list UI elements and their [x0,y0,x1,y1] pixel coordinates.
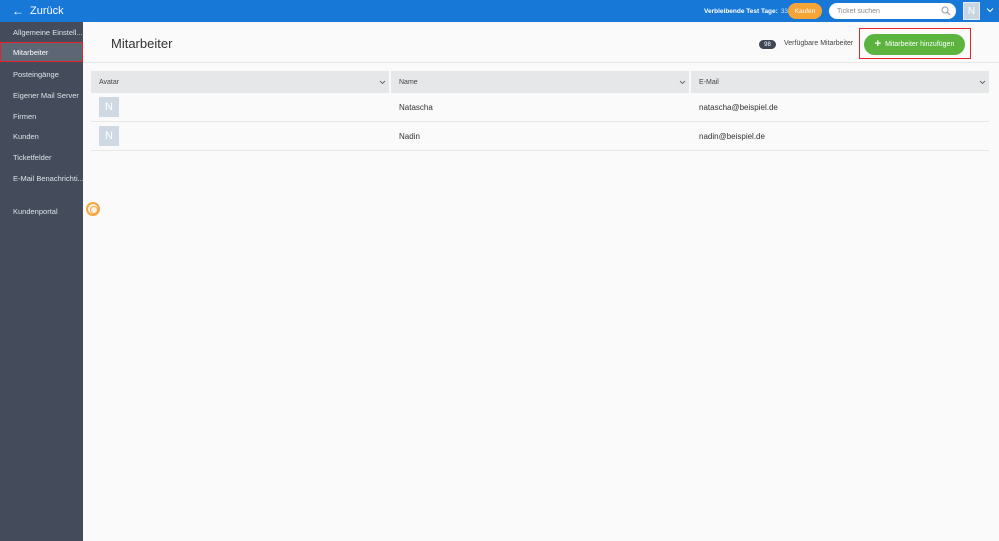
sidebar-item-own-mail-server[interactable]: Eigener Mail Server [0,85,83,105]
avatar: N [99,97,119,117]
table-header: Avatar Name E-Mail [91,71,989,93]
column-header-email[interactable]: E-Mail [691,71,989,93]
table-row[interactable]: N Natascha natascha@beispiel.de [91,93,989,122]
available-label: Verfügbare Mitarbeiter [784,40,854,47]
trial-label: Verbleibende Test Tage: [704,7,778,15]
sidebar-item-inboxes[interactable]: Posteingänge [0,64,83,84]
sidebar-item-employees[interactable]: Mitarbeiter [0,42,83,62]
employee-email: nadin@beispiel.de [699,132,765,141]
trial-info: Verbleibende Test Tage: 3313 [704,0,795,22]
sidebar-item-email-notifications[interactable]: E-Mail Benachrichti... [0,168,83,188]
cursor-indicator [86,202,100,216]
column-label: Avatar [99,78,120,86]
ticket-search [829,3,956,19]
settings-sidebar: Allgemeine Einstell... Mitarbeiter Poste… [0,22,83,541]
chevron-down-icon [679,80,686,85]
employees-table: Avatar Name E-Mail N Natascha natascha@b… [91,71,989,151]
column-label: Name [399,78,418,86]
divider [83,62,999,63]
chevron-down-icon[interactable] [986,6,994,14]
buy-button[interactable]: Kaufen [788,3,822,19]
employee-email: natascha@beispiel.de [699,103,778,112]
sidebar-item-general-settings[interactable]: Allgemeine Einstell... [0,22,83,42]
sidebar-item-ticket-fields[interactable]: Ticketfelder [0,147,83,167]
back-button[interactable]: ← Zurück [12,0,64,22]
main-content: Mitarbeiter 98 Verfügbare Mitarbeiter + … [83,22,999,541]
sidebar-item-customers[interactable]: Kunden [0,126,83,146]
available-count-badge: 98 [759,40,776,49]
sidebar-item-customer-portal[interactable]: Kundenportal [0,201,83,221]
employee-name: Natascha [399,103,433,112]
chevron-down-icon [379,80,386,85]
add-employee-button[interactable]: + Mitarbeiter hinzufügen [864,34,965,55]
plus-icon: + [874,38,882,50]
sidebar-item-companies[interactable]: Firmen [0,106,83,126]
chevron-down-icon [979,80,986,85]
employee-name: Nadin [399,132,420,141]
column-label: E-Mail [699,78,719,86]
user-avatar[interactable]: N [963,2,980,20]
top-bar: ← Zurück Verbleibende Test Tage: 3313 Ka… [0,0,999,22]
arrow-left-icon: ← [12,4,24,18]
search-icon[interactable] [941,6,951,16]
avatar: N [99,126,119,146]
page-title: Mitarbeiter [111,36,173,51]
column-header-name[interactable]: Name [391,71,689,93]
back-label: Zurück [30,5,64,17]
ticket-search-input[interactable] [837,7,937,15]
add-employee-label: Mitarbeiter hinzufügen [885,41,955,48]
table-row[interactable]: N Nadin nadin@beispiel.de [91,122,989,151]
column-header-avatar[interactable]: Avatar [91,71,389,93]
